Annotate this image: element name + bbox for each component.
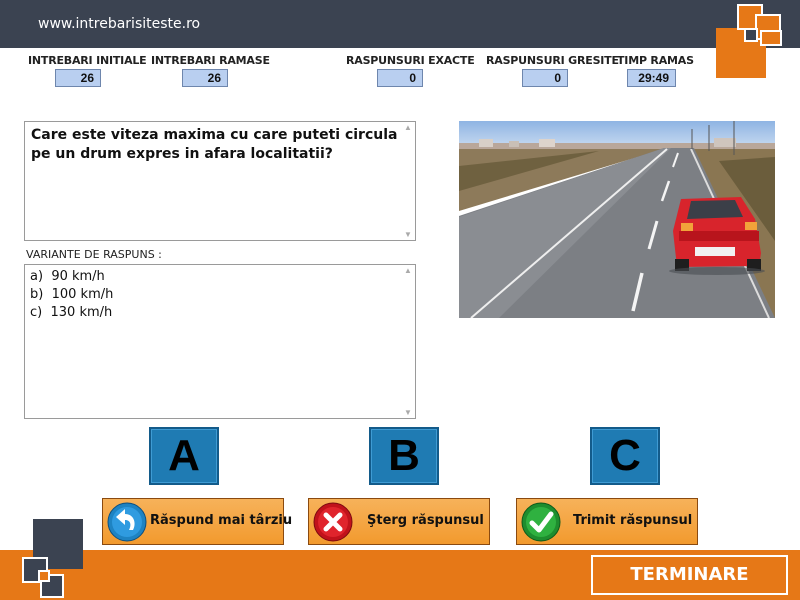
- answer-later-button[interactable]: Răspund mai târziu: [102, 498, 292, 545]
- wrong-answers-label: RASPUNSURI GRESITE: [486, 54, 619, 67]
- wrong-answers-value: 0: [522, 69, 568, 87]
- time-left-label: TIMP RAMAS: [617, 54, 694, 67]
- answer-c-button[interactable]: C: [590, 427, 660, 485]
- clear-answer-button[interactable]: Şterg răspunsul: [308, 498, 490, 545]
- green-check-icon: [521, 502, 561, 542]
- scroll-up-icon[interactable]: ▲: [403, 123, 413, 132]
- red-x-icon: [313, 502, 353, 542]
- back-arrow-icon: [107, 502, 147, 542]
- variants-label: VARIANTE DE RASPUNS :: [26, 248, 162, 261]
- finish-button[interactable]: TERMINARE: [591, 555, 788, 595]
- question-panel[interactable]: Care este viteza maxima cu care puteti c…: [24, 121, 416, 241]
- initial-questions-value: 26: [55, 69, 101, 87]
- submit-answer-button[interactable]: Trimit răspunsul: [516, 498, 698, 545]
- site-url: www.intrebarisiteste.ro: [38, 16, 201, 32]
- scroll-up-icon[interactable]: ▲: [403, 266, 413, 275]
- question-text: Care este viteza maxima cu care puteti c…: [31, 127, 398, 162]
- answer-b-button[interactable]: B: [369, 427, 439, 485]
- scroll-down-icon[interactable]: ▼: [403, 230, 413, 239]
- answer-option-a: a) 90 km/h: [30, 269, 105, 284]
- answers-panel[interactable]: a) 90 km/h b) 100 km/h c) 130 km/h ▲ ▼: [24, 264, 416, 419]
- clear-answer-label: Şterg răspunsul: [367, 513, 484, 528]
- correct-answers-value: 0: [377, 69, 423, 87]
- submit-answer-label: Trimit răspunsul: [573, 513, 693, 528]
- time-left-value: 29:49: [627, 69, 676, 87]
- remaining-questions-label: INTREBARI RAMASE: [151, 54, 270, 67]
- remaining-questions-value: 26: [182, 69, 228, 87]
- header-bar: www.intrebarisiteste.ro: [0, 0, 800, 48]
- scroll-down-icon[interactable]: ▼: [403, 408, 413, 417]
- answer-later-label: Răspund mai târziu: [150, 513, 293, 528]
- question-image: [459, 121, 775, 318]
- answer-option-b: b) 100 km/h: [30, 287, 114, 302]
- initial-questions-label: INTREBARI INITIALE: [28, 54, 147, 67]
- correct-answers-label: RASPUNSURI EXACTE: [346, 54, 475, 67]
- answer-option-c: c) 130 km/h: [30, 305, 113, 320]
- answer-a-button[interactable]: A: [149, 427, 219, 485]
